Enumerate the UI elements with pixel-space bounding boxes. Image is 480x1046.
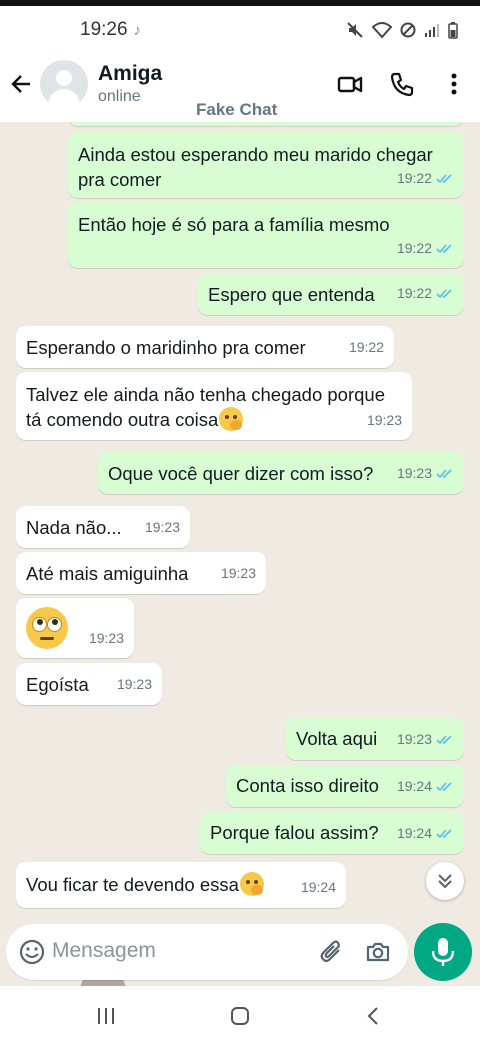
- mic-button[interactable]: [414, 923, 472, 981]
- read-ticks-icon: [436, 469, 452, 479]
- message-bubble-incoming[interactable]: Nada não... 19:23: [16, 506, 190, 548]
- message-time: 19:22: [348, 339, 384, 355]
- message-meta: 19:22: [397, 281, 454, 306]
- emoji-icon[interactable]: [18, 938, 46, 966]
- contact-name[interactable]: Amiga: [98, 62, 162, 86]
- dnd-icon: [400, 22, 416, 38]
- system-nav-bar: [0, 986, 480, 1046]
- message-meta: 19:24: [397, 821, 454, 846]
- message-bubble-outgoing[interactable]: Então hoje é só para a família mesmo 19:…: [68, 202, 464, 268]
- message-time: 19:23: [396, 731, 432, 747]
- message-time: 19:22: [396, 170, 432, 186]
- phone-icon[interactable]: [388, 70, 416, 98]
- microphone-icon: [431, 938, 455, 966]
- message-meta: 19:23: [367, 408, 402, 433]
- message-meta: 19:23: [397, 461, 454, 486]
- shushing-face-icon: [239, 872, 264, 896]
- message-text: Ainda estou esperando meu marido chegar …: [78, 144, 433, 190]
- message-time: 19:24: [396, 778, 432, 794]
- message-meta: 19:23: [145, 515, 180, 540]
- message-text: Talvez ele ainda não tenha chegado porqu…: [26, 384, 385, 430]
- message-time: 19:24: [300, 879, 336, 895]
- message-text: Então hoje é só para a família mesmo: [78, 214, 390, 235]
- chat-area[interactable]: Ainda estou esperando meu marido chegar …: [0, 122, 480, 920]
- message-time: 19:22: [396, 285, 432, 301]
- message-text: Volta aqui: [296, 728, 378, 749]
- message-text: Espero que entenda: [208, 284, 375, 305]
- chat-header: Amiga online Fake Chat: [0, 54, 480, 122]
- read-ticks-icon: [436, 782, 452, 792]
- message-bubble-outgoing[interactable]: Volta aqui 19:23: [286, 718, 464, 760]
- message-bubble-outgoing[interactable]: Espero que entenda 19:22: [198, 273, 464, 315]
- contact-status: online: [98, 88, 141, 105]
- recent-apps-icon[interactable]: [94, 1004, 118, 1028]
- paperclip-icon[interactable]: [318, 938, 346, 966]
- message-text: Vou ficar te devendo essa: [26, 874, 239, 895]
- message-meta: 19:22: [397, 236, 454, 261]
- message-meta: 19:22: [397, 166, 454, 191]
- video-call-icon[interactable]: [336, 70, 364, 98]
- signal-icon: [425, 24, 439, 37]
- avatar[interactable]: [40, 60, 88, 108]
- home-icon[interactable]: [228, 1004, 252, 1028]
- mute-icon: [347, 22, 363, 38]
- message-text: Egoísta: [26, 674, 89, 695]
- message-meta: 19:23: [117, 672, 152, 697]
- message-bubble-partial: [68, 122, 464, 126]
- message-bubble-incoming[interactable]: Esperando o maridinho pra comer 19:22: [16, 326, 394, 368]
- message-meta: 19:23: [397, 727, 454, 752]
- message-input[interactable]: Mensagem: [52, 939, 156, 963]
- message-text: Porque falou assim?: [210, 822, 379, 843]
- read-ticks-icon: [436, 735, 452, 745]
- message-time: 19:23: [220, 565, 256, 581]
- message-bubble-outgoing[interactable]: Conta isso direito 19:24: [226, 765, 464, 807]
- message-text: Esperando o maridinho pra comer: [26, 337, 306, 358]
- read-ticks-icon: [436, 289, 452, 299]
- arrow-left-icon[interactable]: [8, 70, 36, 98]
- shushing-face-icon: [219, 407, 244, 431]
- message-meta: 19:23: [221, 561, 256, 586]
- tiktok-icon: ♪: [133, 21, 142, 39]
- message-bubble-outgoing[interactable]: Oque você quer dizer com isso? 19:23: [98, 452, 464, 494]
- message-bubble-incoming[interactable]: Até mais amiguinha 19:23: [16, 552, 266, 594]
- message-time: 19:23: [116, 676, 152, 692]
- status-time: 19:26: [80, 19, 128, 40]
- message-time: 19:22: [396, 240, 432, 256]
- message-bubble-incoming[interactable]: Egoísta 19:23: [16, 663, 162, 705]
- read-ticks-icon: [436, 244, 452, 254]
- rolling-eyes-face-icon: [26, 607, 68, 649]
- status-icons: [346, 21, 458, 39]
- watermark-text: Fake Chat: [196, 100, 278, 119]
- message-bubble-outgoing[interactable]: Ainda estou esperando meu marido chegar …: [68, 132, 464, 198]
- message-time: 19:23: [88, 630, 124, 646]
- read-ticks-icon: [436, 174, 452, 184]
- double-chevron-down-icon: [438, 874, 452, 889]
- message-time: 19:24: [396, 825, 432, 841]
- status-bar: 19:26 ♪: [0, 6, 480, 54]
- message-time: 19:23: [144, 519, 180, 535]
- message-bubble-incoming[interactable]: 19:23: [16, 598, 134, 658]
- message-meta: 19:23: [89, 626, 124, 651]
- message-meta: 19:22: [349, 335, 384, 360]
- message-bubble-outgoing[interactable]: Porque falou assim? 19:24: [200, 812, 464, 854]
- message-meta: 19:24: [397, 774, 454, 799]
- message-time: 19:23: [396, 465, 432, 481]
- message-text: Até mais amiguinha: [26, 563, 189, 584]
- message-text: Nada não...: [26, 517, 122, 538]
- message-text: Oque você quer dizer com isso?: [108, 463, 374, 484]
- message-time: 19:23: [366, 412, 402, 428]
- message-composer[interactable]: Mensagem: [6, 924, 408, 980]
- read-ticks-icon: [436, 829, 452, 839]
- message-text: Conta isso direito: [236, 775, 379, 796]
- battery-icon: [448, 22, 458, 39]
- message-meta: 19:24: [301, 875, 336, 900]
- more-vertical-icon[interactable]: [440, 70, 468, 98]
- message-bubble-incoming[interactable]: Vou ficar te devendo essa 19:24: [16, 862, 346, 908]
- message-bubble-incoming[interactable]: Talvez ele ainda não tenha chegado porqu…: [16, 372, 412, 440]
- nav-back-icon[interactable]: [362, 1004, 386, 1028]
- scroll-down-button[interactable]: [426, 862, 464, 900]
- camera-icon[interactable]: [364, 938, 392, 966]
- wifi-icon: [372, 22, 392, 39]
